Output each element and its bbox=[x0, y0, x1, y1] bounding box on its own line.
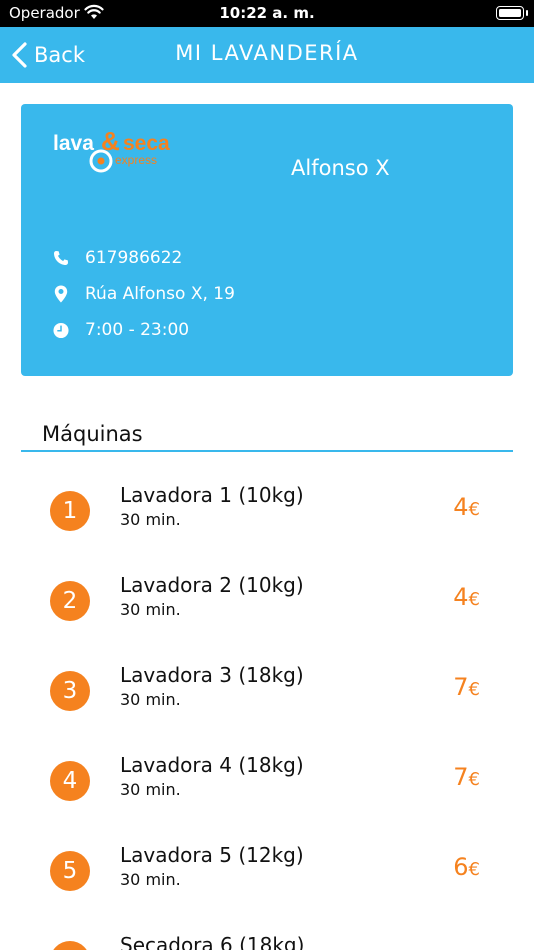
machine-price-currency: € bbox=[468, 769, 480, 790]
machine-number-badge: 3 bbox=[50, 671, 90, 711]
machine-price-currency: € bbox=[468, 499, 480, 520]
lava-seca-logo: lava & seca express bbox=[53, 126, 170, 173]
machine-price-amount: 6 bbox=[453, 853, 469, 881]
machine-price: 4€ bbox=[453, 583, 480, 611]
machine-name: Lavadora 2 (10kg) bbox=[120, 573, 304, 597]
machine-name: Lavadora 1 (10kg) bbox=[120, 483, 304, 507]
machine-list-item[interactable]: 4 Lavadora 4 (18kg) 30 min. 7€ bbox=[0, 741, 534, 831]
machine-price: 6€ bbox=[453, 853, 480, 881]
machines-section-title: Máquinas bbox=[42, 422, 143, 446]
machine-duration: 30 min. bbox=[120, 870, 181, 889]
machine-list-item[interactable]: 5 Lavadora 5 (12kg) 30 min. 6€ bbox=[0, 831, 534, 921]
machine-number-badge: 5 bbox=[50, 851, 90, 891]
machine-number-badge: 6 bbox=[50, 941, 90, 950]
machine-price: 4€ bbox=[453, 493, 480, 521]
machine-price-currency: € bbox=[468, 589, 480, 610]
page-title: MI LAVANDERÍA bbox=[175, 41, 359, 65]
navigation-bar: Back MI LAVANDERÍA bbox=[0, 27, 534, 83]
machine-number-badge: 1 bbox=[50, 491, 90, 531]
machine-price-currency: € bbox=[468, 859, 480, 880]
store-hours: 7:00 - 23:00 bbox=[85, 320, 190, 340]
store-name: Alfonso X bbox=[291, 156, 390, 180]
logo-tagline: express bbox=[115, 153, 157, 167]
section-divider bbox=[21, 450, 513, 452]
machine-list-item[interactable]: 6 Secadora 6 (18kg) bbox=[0, 921, 534, 950]
machine-price: 7€ bbox=[453, 673, 480, 701]
machine-duration: 30 min. bbox=[120, 600, 181, 619]
machine-price-amount: 7 bbox=[453, 673, 469, 701]
machine-duration: 30 min. bbox=[120, 510, 181, 529]
machine-name: Lavadora 4 (18kg) bbox=[120, 753, 304, 777]
battery-icon bbox=[496, 6, 528, 20]
store-phone: 617986622 bbox=[85, 248, 183, 268]
store-card: lava & seca express Alfonso X 617986622 … bbox=[21, 104, 513, 376]
machine-name: Lavadora 5 (12kg) bbox=[120, 843, 304, 867]
machine-price-currency: € bbox=[468, 679, 480, 700]
machine-number-badge: 4 bbox=[50, 761, 90, 801]
map-pin-icon bbox=[53, 285, 69, 303]
machine-name: Secadora 6 (18kg) bbox=[120, 933, 305, 950]
machine-number-badge: 2 bbox=[50, 581, 90, 621]
machine-list-item[interactable]: 2 Lavadora 2 (10kg) 30 min. 4€ bbox=[0, 561, 534, 651]
clock-time: 10:22 a. m. bbox=[219, 4, 315, 22]
store-phone-row[interactable]: 617986622 bbox=[53, 246, 182, 270]
machine-price-amount: 4 bbox=[453, 493, 469, 521]
status-bar: Operador 10:22 a. m. bbox=[0, 0, 534, 27]
logo-word-seca: seca bbox=[123, 132, 170, 155]
machine-price: 7€ bbox=[453, 763, 480, 791]
machine-list-item[interactable]: 1 Lavadora 1 (10kg) 30 min. 4€ bbox=[0, 471, 534, 561]
machine-price-amount: 7 bbox=[453, 763, 469, 791]
machine-list-item[interactable]: 3 Lavadora 3 (18kg) 30 min. 7€ bbox=[0, 651, 534, 741]
store-address-row[interactable]: Rúa Alfonso X, 19 bbox=[53, 282, 235, 306]
store-address: Rúa Alfonso X, 19 bbox=[85, 284, 235, 304]
machine-duration: 30 min. bbox=[120, 780, 181, 799]
machine-name: Lavadora 3 (18kg) bbox=[120, 663, 304, 687]
phone-icon bbox=[53, 249, 69, 267]
machine-price-amount: 4 bbox=[453, 583, 469, 611]
store-hours-row: 7:00 - 23:00 bbox=[53, 318, 189, 342]
logo-word-lava: lava bbox=[53, 132, 94, 155]
machine-duration: 30 min. bbox=[120, 690, 181, 709]
clock-icon bbox=[53, 321, 69, 339]
